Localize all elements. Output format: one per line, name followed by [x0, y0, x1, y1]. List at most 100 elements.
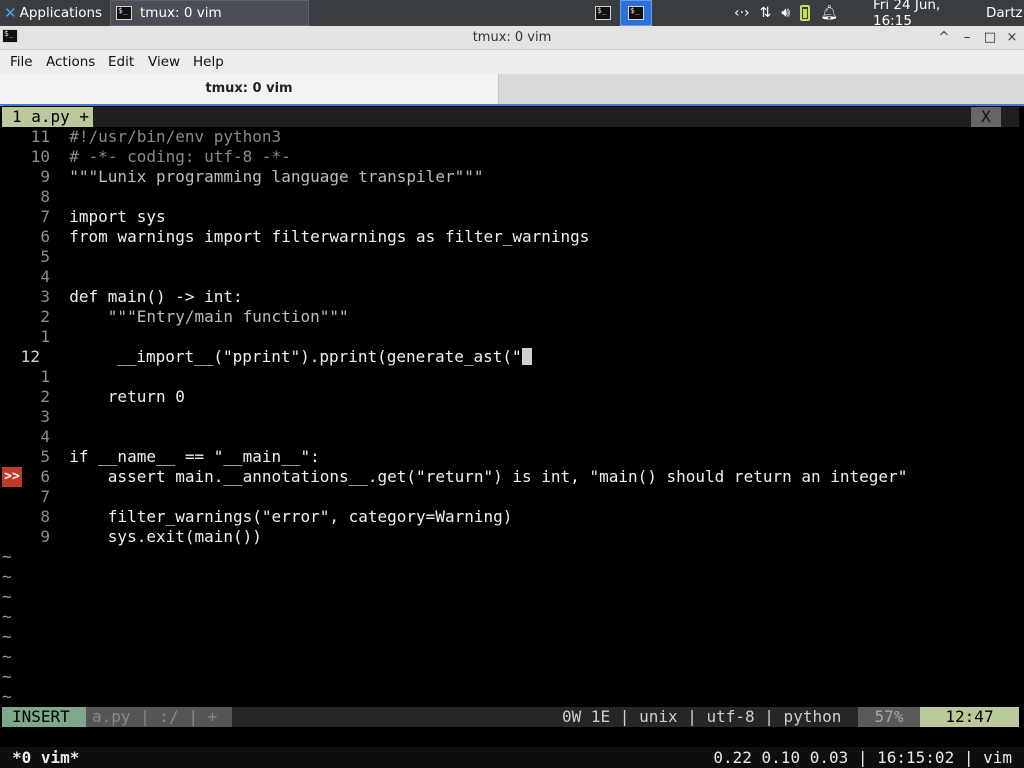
line-number: 9	[40, 167, 50, 186]
roll-up-button[interactable]: ^	[934, 26, 954, 50]
empty-line-tilde: ~	[2, 627, 12, 646]
clock[interactable]: Fri 24 Jun, 16:15	[873, 0, 973, 29]
line-number: 1	[40, 367, 50, 386]
window-titlebar[interactable]: $_ tmux: 0 vim ^ – □ ×	[0, 26, 1024, 50]
line-number: 3	[40, 287, 50, 306]
code-line: 3 def main() -> int:	[2, 287, 243, 307]
code-text: """Entry/main function"""	[69, 307, 349, 326]
taskbar-button-tmux[interactable]: $_ tmux: 0 vim	[110, 0, 309, 26]
code-line: 10 # -*- coding: utf-8 -*-	[2, 147, 291, 167]
code-line-error: 6 assert main.__annotations__.get("retur…	[24, 467, 907, 487]
code-text: # -*- coding: utf-8 -*-	[69, 147, 291, 166]
code-line: 5 if __name__ == "__main__":	[2, 447, 320, 467]
empty-line-tilde: ~	[2, 547, 12, 566]
line-number: 6	[40, 467, 50, 486]
vim-statusline: INSERT a.py | :/ | + 0W 1E | unix | utf-…	[2, 707, 1019, 727]
code-text: """Lunix programming language transpiler…	[69, 167, 484, 186]
code-text: __import__("pprint").pprint(generate_ast…	[78, 347, 522, 366]
line-number: 7	[40, 487, 50, 506]
vim-mode-indicator: INSERT	[2, 707, 86, 727]
tmux-window-label[interactable]: *0 vim*	[12, 747, 79, 768]
menu-bar: File Actions Edit View Help	[0, 50, 1024, 74]
applications-menu[interactable]: ✕ Applications	[0, 0, 108, 26]
minimize-button[interactable]: –	[957, 26, 977, 50]
line-number: 3	[40, 407, 50, 426]
line-number-current: 12	[20, 347, 40, 366]
vim-tab-close-button[interactable]: X	[971, 107, 1001, 127]
code-text: from warnings import filterwarnings as f…	[69, 227, 590, 246]
empty-line-tilde: ~	[2, 647, 12, 666]
vim-file-info: a.py | :/ | +	[86, 707, 232, 727]
code-line: 7 import sys	[2, 207, 165, 227]
line-number: 10	[30, 147, 50, 166]
line-number: 9	[40, 527, 50, 546]
vim-tabline: 1 a.py + X	[2, 107, 1019, 127]
vim-scroll-percent: 57%	[858, 707, 920, 727]
vim-cursor-position: 12:47	[920, 707, 1019, 727]
window-title: tmux: 0 vim	[472, 30, 552, 45]
network-icon[interactable]: ‹·›	[734, 5, 750, 21]
code-line: 9 """Lunix programming language transpil…	[2, 167, 483, 187]
code-line: 8	[2, 187, 69, 207]
volume-icon[interactable]: 🔊︎	[781, 5, 790, 21]
menu-edit[interactable]: Edit	[108, 50, 134, 74]
notification-bell-icon[interactable]: 🔔︎	[820, 5, 838, 21]
vim-tab-active[interactable]: 1 a.py +	[2, 107, 94, 127]
battery-icon[interactable]	[800, 5, 811, 21]
tmux-status-bar: *0 vim* 0.22 0.10 0.03 | 16:15:02 | vim	[0, 747, 1024, 768]
code-text: sys.exit(main())	[69, 527, 262, 546]
menu-help[interactable]: Help	[193, 50, 224, 74]
code-line: 1	[2, 327, 69, 347]
workspace-1[interactable]: $_	[589, 0, 617, 26]
menu-view[interactable]: View	[148, 50, 180, 74]
workspace-2-active[interactable]: $_	[620, 0, 652, 26]
code-line: 5	[2, 247, 69, 267]
code-text: filter_warnings("error", category=Warnin…	[69, 507, 513, 526]
empty-line-tilde: ~	[2, 667, 12, 686]
code-text: def main() -> int:	[69, 287, 243, 306]
text-cursor	[521, 348, 532, 365]
code-line-current: 12 __import__("pprint").pprint(generate_…	[2, 347, 532, 367]
menu-file[interactable]: File	[10, 50, 33, 74]
code-line: 3	[2, 407, 69, 427]
terminal-icon: $_	[628, 6, 644, 20]
line-number: 5	[40, 247, 50, 266]
line-number: 2	[40, 387, 50, 406]
code-text: if __name__ == "__main__":	[69, 447, 320, 466]
applications-label: Applications	[19, 5, 103, 21]
terminal-tab-bar: tmux: 0 vim	[0, 74, 1024, 106]
maximize-button[interactable]: □	[980, 26, 1000, 50]
empty-line-tilde: ~	[2, 587, 12, 606]
line-number: 8	[40, 507, 50, 526]
line-number: 4	[40, 267, 50, 286]
code-line: 4	[2, 427, 69, 447]
line-number: 7	[40, 207, 50, 226]
code-text: return 0	[69, 387, 185, 406]
line-number: 8	[40, 187, 50, 206]
taskbar-label: tmux: 0 vim	[140, 5, 222, 21]
line-number: 2	[40, 307, 50, 326]
user-name[interactable]: Dartz	[986, 0, 1024, 26]
close-button[interactable]: ×	[1002, 26, 1022, 50]
line-number: 5	[40, 447, 50, 466]
code-line: 6 from warnings import filterwarnings as…	[2, 227, 589, 247]
menu-actions[interactable]: Actions	[46, 50, 95, 74]
terminal-area[interactable]: 1 a.py + X 11 #!/usr/bin/env python3 10 …	[0, 107, 1024, 768]
top-panel: ✕ Applications $_ tmux: 0 vim $_ $_ ‹·› …	[0, 0, 1024, 29]
empty-line-tilde: ~	[2, 567, 12, 586]
code-text: #!/usr/bin/env python3	[69, 127, 282, 146]
code-text: assert main.__annotations__.get("return"…	[69, 467, 908, 486]
transfer-arrows-icon[interactable]: ⇅	[760, 5, 772, 21]
vim-file-format-info: 0W 1E | unix | utf-8 | python	[562, 707, 842, 726]
code-line: 7	[2, 487, 69, 507]
system-tray: ‹·› ⇅ 🔊︎ 🔔︎	[734, 0, 864, 26]
empty-line-tilde: ~	[2, 607, 12, 626]
line-number: 6	[40, 227, 50, 246]
code-line: 8 filter_warnings("error", category=Warn…	[2, 507, 512, 527]
code-line: 2 return 0	[2, 387, 185, 407]
code-line: 11 #!/usr/bin/env python3	[2, 127, 281, 147]
tmux-status-right: 0.22 0.10 0.03 | 16:15:02 | vim	[713, 748, 1012, 767]
code-line: 1	[2, 367, 69, 387]
tab-tmux[interactable]: tmux: 0 vim	[0, 74, 499, 104]
line-number: 4	[40, 427, 50, 446]
